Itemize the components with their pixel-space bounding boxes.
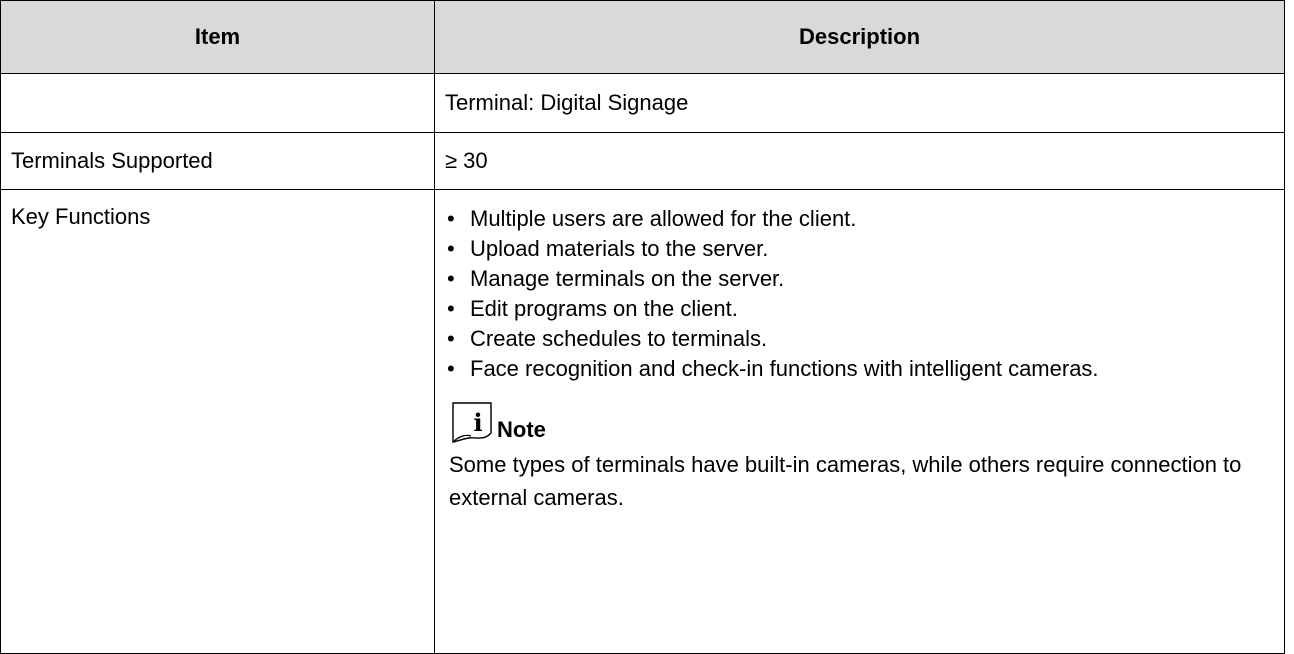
- table-row: Terminal: Digital Signage: [0, 73, 1285, 133]
- note-header: i Note: [449, 398, 1274, 444]
- description-cell: Terminal: Digital Signage: [434, 73, 1285, 133]
- table-header-row: Item Description: [0, 0, 1285, 74]
- bullet-dot: •: [447, 296, 455, 321]
- header-description: Description: [434, 0, 1285, 74]
- header-item: Item: [0, 0, 435, 74]
- table-row: Key Functions • Multiple users are allowe…: [0, 189, 1285, 654]
- list-item-text: Manage terminals on the server.: [470, 266, 785, 291]
- list-item: • Create schedules to terminals.: [445, 324, 1274, 354]
- description-cell: ≥ 30: [434, 132, 1285, 190]
- list-item-text: Upload materials to the server.: [470, 236, 769, 261]
- list-item: • Multiple users are allowed for the clie…: [445, 204, 1274, 234]
- key-functions-list: • Multiple users are allowed for the clie…: [445, 204, 1274, 384]
- bullet-dot: •: [447, 356, 455, 381]
- spec-table: Item Description Terminal: Digital Signa…: [0, 0, 1285, 654]
- item-cell: Terminals Supported: [0, 132, 435, 190]
- note-label: Note: [497, 417, 546, 442]
- bullet-dot: •: [447, 266, 455, 291]
- bullet-dot: •: [447, 206, 455, 231]
- note-text: Some types of terminals have built-in ca…: [449, 452, 1242, 510]
- list-item-text: Face recognition and check-in functions …: [470, 356, 1099, 381]
- item-cell: Key Functions: [0, 189, 435, 654]
- item-cell: [0, 73, 435, 133]
- list-item: • Upload materials to the server.: [445, 234, 1274, 264]
- svg-text:i: i: [473, 408, 482, 437]
- description-cell: • Multiple users are allowed for the clie…: [434, 189, 1285, 654]
- list-item-text: Edit programs on the client.: [470, 296, 738, 321]
- table-row: Terminals Supported ≥ 30: [0, 132, 1285, 190]
- info-note-icon: i: [449, 400, 495, 444]
- list-item: • Edit programs on the client.: [445, 294, 1274, 324]
- list-item: • Face recognition and check-in functions…: [445, 354, 1274, 384]
- bullet-dot: •: [447, 326, 455, 351]
- bullet-dot: •: [447, 236, 455, 261]
- list-item-text: Multiple users are allowed for the clien…: [470, 206, 857, 231]
- list-item-text: Create schedules to terminals.: [470, 326, 768, 351]
- list-item: • Manage terminals on the server.: [445, 264, 1274, 294]
